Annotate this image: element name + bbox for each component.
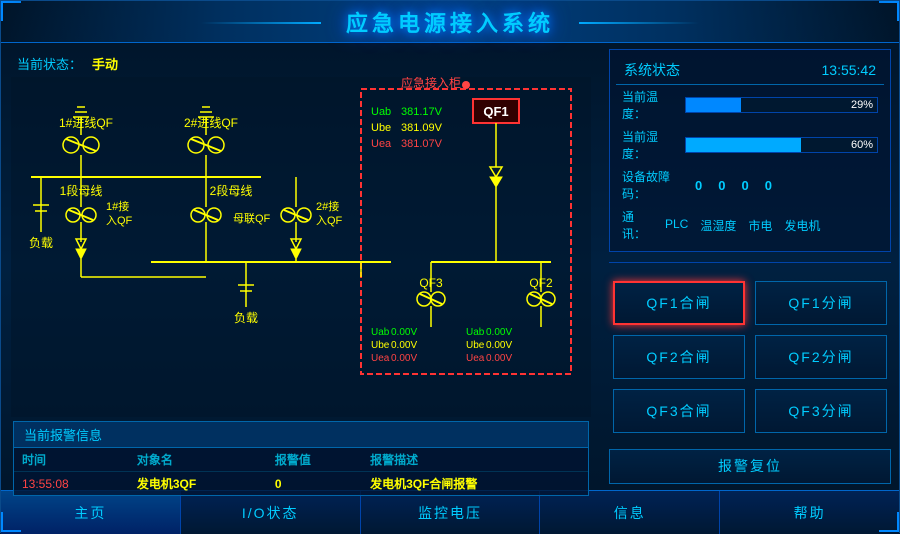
nav-btn-monitor[interactable]: 监控电压 xyxy=(361,491,541,534)
status-bar: 当前状态： 手动 xyxy=(7,49,595,77)
svg-text:入QF: 入QF xyxy=(316,215,343,227)
svg-text:0.00V: 0.00V xyxy=(486,353,512,364)
svg-text:Uab: Uab xyxy=(466,327,485,338)
alarm-section: 当前报警信息 时间 对象名 报警值 报警描述 13:55:08发电机3QF0发电… xyxy=(13,421,589,496)
system-status-header: 系统状态 13:55:42 xyxy=(616,56,884,85)
svg-text:QF1: QF1 xyxy=(483,104,508,119)
fault-row: 设备故障码： 0 0 0 0 xyxy=(616,165,884,205)
temp-progress-fill xyxy=(686,98,741,112)
svg-text:1#进线QF: 1#进线QF xyxy=(59,116,113,130)
qf2_close-button[interactable]: QF2合闸 xyxy=(613,335,745,379)
svg-text:Uea: Uea xyxy=(371,353,390,364)
alarm-table: 时间 对象名 报警值 报警描述 13:55:08发电机3QF0发电机3QF合闸报… xyxy=(14,448,588,495)
nav-btn-io[interactable]: I/O状态 xyxy=(181,491,361,534)
corner-bl xyxy=(1,512,21,532)
alarm-object: 发电机3QF xyxy=(129,472,267,496)
svg-text:2段母线: 2段母线 xyxy=(210,183,253,198)
temp-label: 当前温度： xyxy=(622,88,677,122)
svg-text:Uab: Uab xyxy=(371,327,390,338)
alarm-value: 0 xyxy=(267,472,362,496)
diagram-area: 1#进线QF 2#进线QF xyxy=(11,77,591,417)
corner-br xyxy=(879,512,899,532)
svg-text:2#进线QF: 2#进线QF xyxy=(184,116,238,130)
svg-text:Ube: Ube xyxy=(371,122,391,134)
nav-btn-info[interactable]: 信息 xyxy=(540,491,720,534)
svg-text:Uea: Uea xyxy=(371,138,392,150)
page-title: 应急电源接入系统 xyxy=(346,6,554,38)
alarm-desc: 发电机3QF合闸报警 xyxy=(362,472,588,496)
svg-text:0.00V: 0.00V xyxy=(486,340,512,351)
svg-text:0.00V: 0.00V xyxy=(391,353,417,364)
svg-text:381.09V: 381.09V xyxy=(401,122,443,134)
qf1_close-button[interactable]: QF1合闸 xyxy=(613,281,745,325)
temperature-row: 当前温度： 29% xyxy=(616,85,884,125)
comm-item-0: PLC xyxy=(665,217,688,234)
temp-value: 29% xyxy=(851,99,873,111)
control-buttons: QF1合闸QF1分闸QF2合闸QF2分闸QF3合闸QF3分闸 xyxy=(609,273,891,441)
comm-label: 通 讯： xyxy=(622,208,657,242)
alarm-col-value: 报警值 xyxy=(267,448,362,472)
humidity-progress: 60% xyxy=(685,137,878,153)
qf2_open-button[interactable]: QF2分闸 xyxy=(755,335,887,379)
system-status-box: 系统状态 13:55:42 当前温度： 29% 当前湿度： 6 xyxy=(609,49,891,252)
svg-text:1#接: 1#接 xyxy=(106,200,129,213)
comm-row: 通 讯： PLC 温湿度市电发电机 xyxy=(616,205,884,245)
right-panel: 系统状态 13:55:42 当前温度： 29% 当前湿度： 6 xyxy=(601,43,899,490)
fault-value-2: 0 xyxy=(741,178,748,193)
nav-btn-help[interactable]: 帮助 xyxy=(720,491,899,534)
qf3_open-button[interactable]: QF3分闸 xyxy=(755,389,887,433)
fault-values: 0 0 0 0 xyxy=(695,178,772,193)
fault-value-3: 0 xyxy=(765,178,772,193)
svg-text:381.07V: 381.07V xyxy=(401,138,443,150)
fault-label: 设备故障码： xyxy=(622,168,687,202)
svg-text:应急接入柜: 应急接入柜 xyxy=(401,77,461,90)
circuit-diagram: 1#进线QF 2#进线QF xyxy=(11,77,591,417)
alarm-col-time: 时间 xyxy=(14,448,129,472)
alarm-col-desc: 报警描述 xyxy=(362,448,588,472)
svg-text:母联QF: 母联QF xyxy=(233,212,271,225)
nav-btn-home[interactable]: 主页 xyxy=(1,491,181,534)
svg-text:0.00V: 0.00V xyxy=(391,340,417,351)
svg-text:Uab: Uab xyxy=(371,106,391,118)
humidity-progress-fill xyxy=(686,138,801,152)
comm-item-1: 温湿度 xyxy=(700,217,736,234)
alarm-reset-button[interactable]: 报警复位 xyxy=(609,449,891,484)
svg-text:Ube: Ube xyxy=(466,340,485,351)
svg-text:0.00V: 0.00V xyxy=(486,327,512,338)
svg-text:381.17V: 381.17V xyxy=(401,106,443,118)
current-status-value: 手动 xyxy=(92,54,118,73)
qf1_open-button[interactable]: QF1分闸 xyxy=(755,281,887,325)
comm-items: PLC 温湿度市电发电机 xyxy=(665,217,820,234)
svg-text:2#接: 2#接 xyxy=(316,200,339,213)
svg-text:负载: 负载 xyxy=(234,311,258,325)
current-status-label: 当前状态： xyxy=(17,54,82,73)
humidity-label: 当前湿度： xyxy=(622,128,677,162)
comm-item-2: 市电 xyxy=(748,217,772,234)
alarm-time: 13:55:08 xyxy=(14,472,129,496)
qf3_close-button[interactable]: QF3合闸 xyxy=(613,389,745,433)
fault-value-0: 0 xyxy=(695,178,702,193)
title-bar: 应急电源接入系统 xyxy=(1,1,899,43)
alarm-header: 当前报警信息 xyxy=(14,422,588,448)
svg-text:负载: 负载 xyxy=(29,236,53,250)
system-status-title: 系统状态 xyxy=(624,60,680,80)
comm-item-3: 发电机 xyxy=(784,217,820,234)
left-panel: 当前状态： 手动 1#进线QF xyxy=(1,43,601,490)
svg-text:Uea: Uea xyxy=(466,353,485,364)
alarm-row: 13:55:08发电机3QF0发电机3QF合闸报警 xyxy=(14,472,588,496)
main-container: 应急电源接入系统 当前状态： 手动 1#进线QF xyxy=(0,0,900,533)
alarm-col-object: 对象名 xyxy=(129,448,267,472)
humidity-value: 60% xyxy=(851,139,873,151)
svg-text:Ube: Ube xyxy=(371,340,390,351)
svg-text:0.00V: 0.00V xyxy=(391,327,417,338)
system-time: 13:55:42 xyxy=(822,62,877,78)
content-area: 当前状态： 手动 1#进线QF xyxy=(1,43,899,490)
fault-value-1: 0 xyxy=(718,178,725,193)
humidity-row: 当前湿度： 60% xyxy=(616,125,884,165)
panel-divider xyxy=(609,262,891,263)
temp-progress: 29% xyxy=(685,97,878,113)
bottom-nav: 主页I/O状态监控电压信息帮助 xyxy=(1,490,899,534)
svg-text:入QF: 入QF xyxy=(106,215,133,227)
